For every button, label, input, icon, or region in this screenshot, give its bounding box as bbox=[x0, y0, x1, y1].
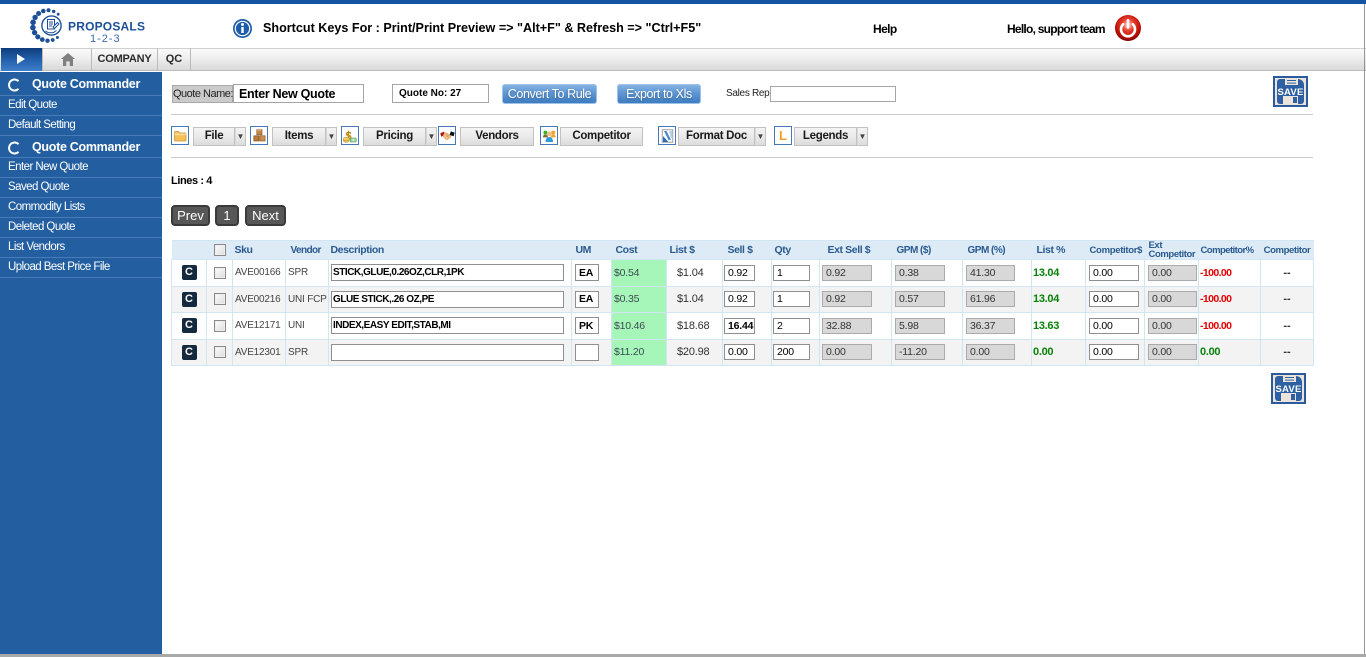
svg-text:PROPOSALS: PROPOSALS bbox=[68, 20, 145, 34]
svg-text:1-2-3: 1-2-3 bbox=[90, 33, 121, 45]
